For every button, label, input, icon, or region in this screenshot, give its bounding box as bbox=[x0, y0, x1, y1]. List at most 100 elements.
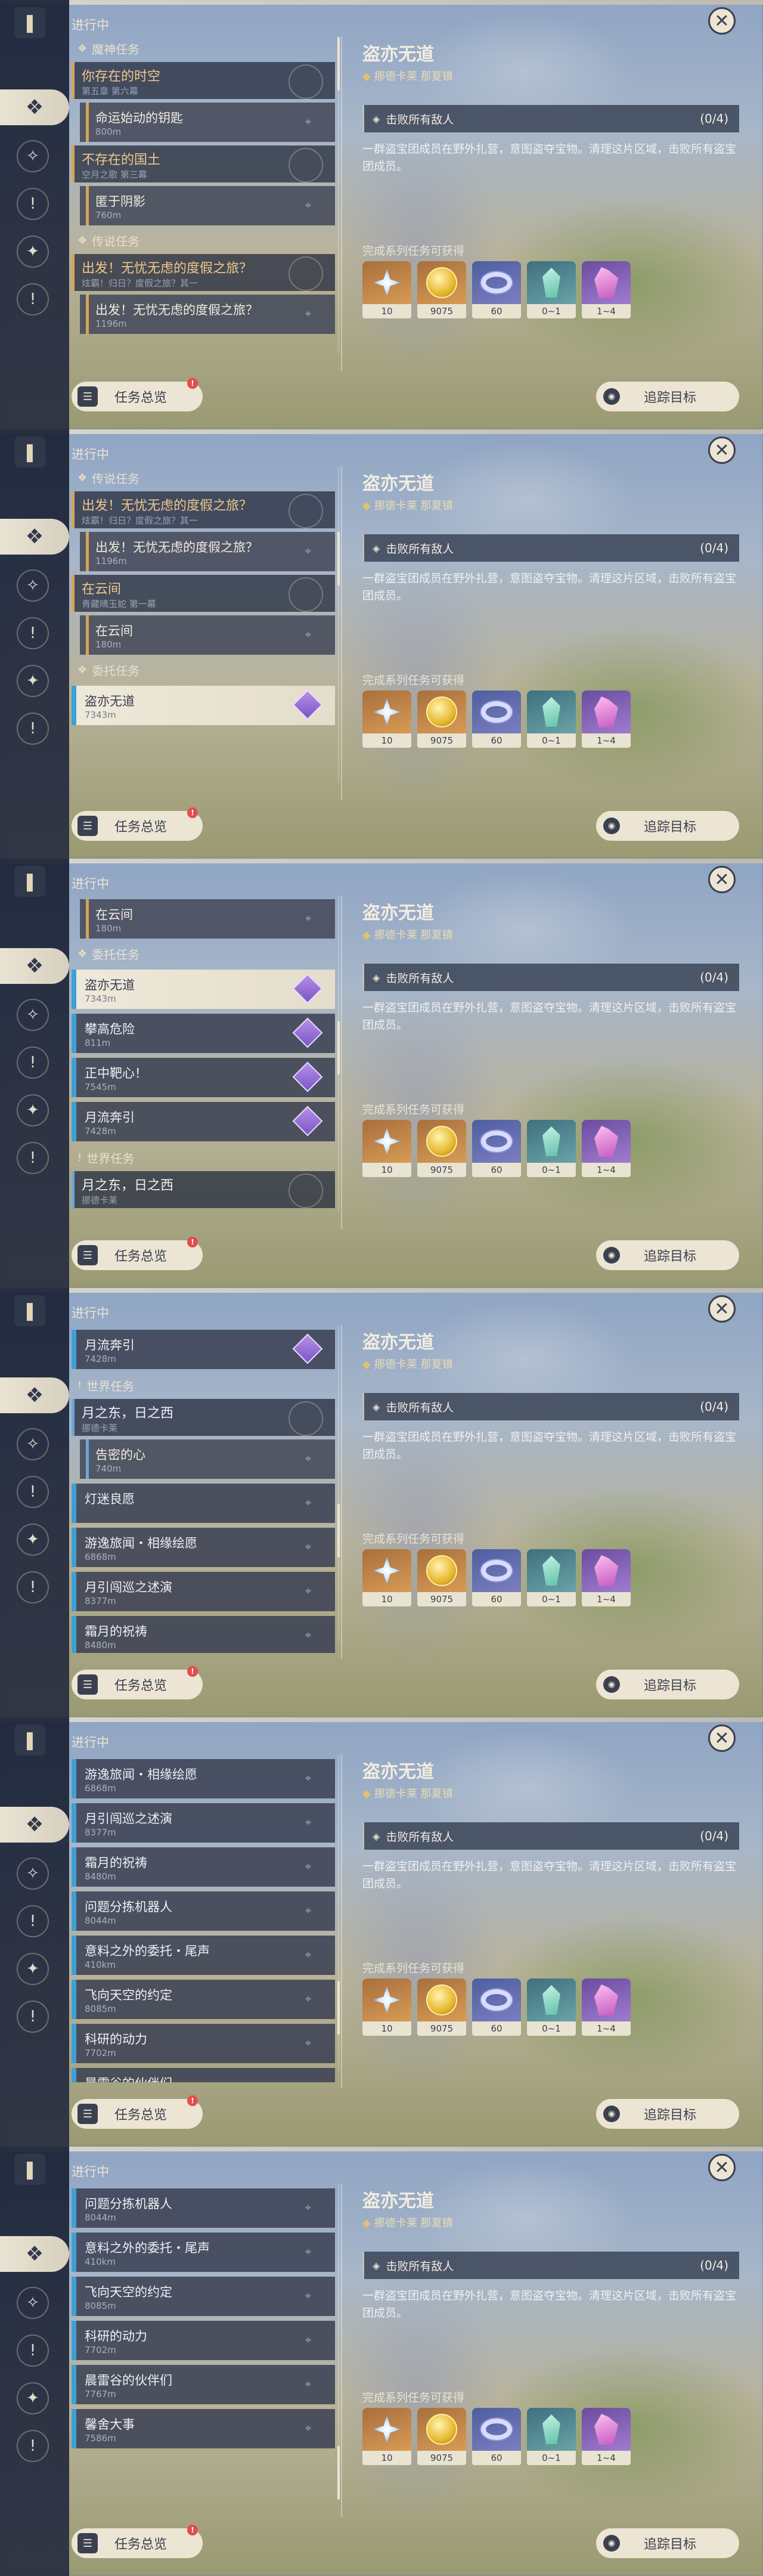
reward-friendship[interactable]: 60 bbox=[472, 1979, 521, 2036]
reward-friendship[interactable]: 60 bbox=[472, 1120, 521, 1177]
reward-mora[interactable]: 9075 bbox=[417, 1979, 466, 2036]
reward-ore-a[interactable]: 0~1 bbox=[527, 1120, 576, 1177]
quest-book-icon[interactable]: ❚ bbox=[14, 2154, 45, 2185]
reward-ore-a[interactable]: 0~1 bbox=[527, 261, 576, 318]
sidebar-commissions[interactable]: ! bbox=[7, 1140, 58, 1176]
track-objective-button[interactable]: ◉ 追踪目标 bbox=[596, 2528, 739, 2558]
quest-row[interactable]: 问题分拣机器人 8044m ⌖ bbox=[72, 1891, 335, 1931]
reward-adventure-exp[interactable]: 10 bbox=[362, 1549, 411, 1606]
sidebar-all-quests[interactable]: ❖ bbox=[0, 948, 69, 984]
list-scroll-thumb[interactable] bbox=[337, 532, 340, 586]
quest-row[interactable]: 月引闯巡之述演 8377m ⌖ bbox=[72, 1803, 335, 1843]
quest-step[interactable]: 命运始动的钥匙 800m ⌖ bbox=[80, 103, 335, 142]
list-scrollbar[interactable] bbox=[337, 2184, 340, 2500]
reward-ore-a[interactable]: 0~1 bbox=[527, 691, 576, 748]
reward-ore-b[interactable]: 1~4 bbox=[582, 1549, 631, 1606]
list-scroll-thumb[interactable] bbox=[337, 2446, 340, 2500]
reward-ore-b[interactable]: 1~4 bbox=[582, 691, 631, 748]
quest-row[interactable]: 科研的动力 7702m ⌖ bbox=[72, 2321, 335, 2360]
sidebar-all-quests[interactable]: ❖ bbox=[0, 89, 69, 125]
quest-row-selected[interactable]: 盗亦无道 7343m bbox=[72, 970, 335, 1009]
sidebar-all-quests[interactable]: ❖ bbox=[0, 1377, 69, 1413]
sidebar-world-quests[interactable]: ✦ bbox=[7, 2380, 58, 2416]
quest-row[interactable]: 馨舍大事 7586m ⌖ bbox=[72, 2409, 335, 2448]
sidebar-all-quests[interactable]: ❖ bbox=[0, 1807, 69, 1843]
quest-overview-button[interactable]: ☰ 任务总览! bbox=[72, 1666, 203, 1699]
commission-row[interactable]: 月流奔引 7428m bbox=[72, 1330, 335, 1369]
quest-row[interactable]: 灯迷良愿 ⌖ bbox=[72, 1484, 335, 1523]
list-scrollbar[interactable] bbox=[337, 1325, 340, 1641]
reward-ore-b[interactable]: 1~4 bbox=[582, 261, 631, 318]
sidebar-archon-quests[interactable]: ✧ bbox=[7, 997, 58, 1033]
quest-step[interactable]: 在云间 180m ⌖ bbox=[80, 899, 335, 939]
quest-row[interactable]: 霜月的祝祷 8480m ⌖ bbox=[72, 1616, 335, 1653]
sidebar-commissions[interactable]: ! bbox=[7, 711, 58, 747]
reward-adventure-exp[interactable]: 10 bbox=[362, 261, 411, 318]
reward-ore-b[interactable]: 1~4 bbox=[582, 2408, 631, 2465]
quest-overview-button[interactable]: ☰ 任务总览! bbox=[72, 807, 203, 841]
quest-book-icon[interactable]: ❚ bbox=[14, 866, 45, 897]
list-scroll-thumb[interactable] bbox=[337, 37, 340, 91]
close-button[interactable]: ✕ bbox=[708, 866, 736, 893]
sidebar-world-quests[interactable]: ✦ bbox=[7, 234, 58, 270]
quest-chapter[interactable]: 月之东，日之西 挪德卡莱 bbox=[72, 1171, 335, 1208]
sidebar-commissions[interactable]: ! bbox=[7, 2428, 58, 2464]
quest-book-icon[interactable]: ❚ bbox=[14, 436, 45, 467]
list-scroll-thumb[interactable] bbox=[337, 1021, 340, 1075]
quest-row[interactable]: 游逸旅闻・相缘绘愿 6868m ⌖ bbox=[72, 1759, 335, 1798]
quest-row[interactable]: 意料之外的委托・尾声 410km ⌖ bbox=[72, 1936, 335, 1975]
quest-row[interactable]: 问题分拣机器人 8044m ⌖ bbox=[72, 2188, 335, 2228]
reward-friendship[interactable]: 60 bbox=[472, 691, 521, 748]
quest-overview-button[interactable]: ☰ 任务总览! bbox=[72, 1237, 203, 1270]
quest-row[interactable]: 月引闯巡之述演 8377m ⌖ bbox=[72, 1572, 335, 1611]
quest-step[interactable]: 出发！无忧无虑的度假之旅？ 1196m ⌖ bbox=[80, 295, 335, 334]
reward-mora[interactable]: 9075 bbox=[417, 1549, 466, 1606]
quest-step[interactable]: 在云间 180m ⌖ bbox=[80, 615, 335, 655]
quest-chapter[interactable]: 你存在的时空 第五章 第六幕 bbox=[72, 62, 335, 99]
sidebar-story-quests[interactable]: ! bbox=[7, 1045, 58, 1080]
sidebar-world-quests[interactable]: ✦ bbox=[7, 663, 58, 699]
list-scrollbar[interactable] bbox=[337, 1754, 340, 2070]
sidebar-commissions[interactable]: ! bbox=[7, 281, 58, 317]
commission-row[interactable]: 正中靶心！ 7545m bbox=[72, 1058, 335, 1097]
sidebar-world-quests[interactable]: ✦ bbox=[7, 1951, 58, 1987]
sidebar-archon-quests[interactable]: ✧ bbox=[7, 2285, 58, 2321]
quest-chapter[interactable]: 出发！无忧无虑的度假之旅？ 炫霸！归日？度假之旅？其一 bbox=[72, 491, 335, 528]
reward-adventure-exp[interactable]: 10 bbox=[362, 691, 411, 748]
track-objective-button[interactable]: ◉ 追踪目标 bbox=[596, 382, 739, 411]
quest-row[interactable]: 晨雷谷的伙伴们7767m⌖ bbox=[72, 2068, 335, 2082]
quest-chapter[interactable]: 出发！无忧无虑的度假之旅？ 炫霸！归日？度假之旅？其一 bbox=[72, 254, 335, 291]
quest-step[interactable]: 出发！无忧无虑的度假之旅？ 1196m ⌖ bbox=[80, 532, 335, 571]
quest-book-icon[interactable]: ❚ bbox=[14, 7, 45, 38]
reward-friendship[interactable]: 60 bbox=[472, 1549, 521, 1606]
quest-row[interactable]: 游逸旅闻・相缘绘愿 6868m ⌖ bbox=[72, 1528, 335, 1567]
quest-row[interactable]: 霜月的祝祷 8480m ⌖ bbox=[72, 1847, 335, 1887]
reward-mora[interactable]: 9075 bbox=[417, 691, 466, 748]
quest-step[interactable]: 匿于阴影 760m ⌖ bbox=[80, 186, 335, 225]
reward-ore-a[interactable]: 0~1 bbox=[527, 1549, 576, 1606]
reward-adventure-exp[interactable]: 10 bbox=[362, 2408, 411, 2465]
reward-ore-b[interactable]: 1~4 bbox=[582, 1120, 631, 1177]
list-scrollbar[interactable] bbox=[337, 466, 340, 782]
quest-step[interactable]: 告密的心 740m ⌖ bbox=[80, 1439, 335, 1479]
quest-book-icon[interactable]: ❚ bbox=[14, 1295, 45, 1326]
reward-ore-a[interactable]: 0~1 bbox=[527, 2408, 576, 2465]
quest-book-icon[interactable]: ❚ bbox=[14, 1724, 45, 1755]
sidebar-story-quests[interactable]: ! bbox=[7, 1903, 58, 1939]
commission-row[interactable]: 月流奔引 7428m bbox=[72, 1102, 335, 1141]
reward-mora[interactable]: 9075 bbox=[417, 261, 466, 318]
track-objective-button[interactable]: ◉ 追踪目标 bbox=[596, 811, 739, 841]
close-button[interactable]: ✕ bbox=[708, 7, 736, 35]
sidebar-world-quests[interactable]: ✦ bbox=[7, 1522, 58, 1558]
sidebar-archon-quests[interactable]: ✧ bbox=[7, 1426, 58, 1462]
list-scrollbar[interactable] bbox=[337, 37, 340, 353]
track-objective-button[interactable]: ◉ 追踪目标 bbox=[596, 2099, 739, 2129]
commission-row[interactable]: 攀高危险 811m bbox=[72, 1014, 335, 1053]
sidebar-archon-quests[interactable]: ✧ bbox=[7, 1856, 58, 1891]
quest-chapter[interactable]: 不存在的国土 空月之歌 第三幕 bbox=[72, 145, 335, 182]
quest-overview-button[interactable]: ☰ 任务总览! bbox=[72, 2525, 203, 2558]
close-button[interactable]: ✕ bbox=[708, 1724, 736, 1752]
reward-mora[interactable]: 9075 bbox=[417, 1120, 466, 1177]
quest-chapter[interactable]: 在云间 青藏晴玉蛇 第一幕 bbox=[72, 575, 335, 612]
sidebar-commissions[interactable]: ! bbox=[7, 1569, 58, 1605]
